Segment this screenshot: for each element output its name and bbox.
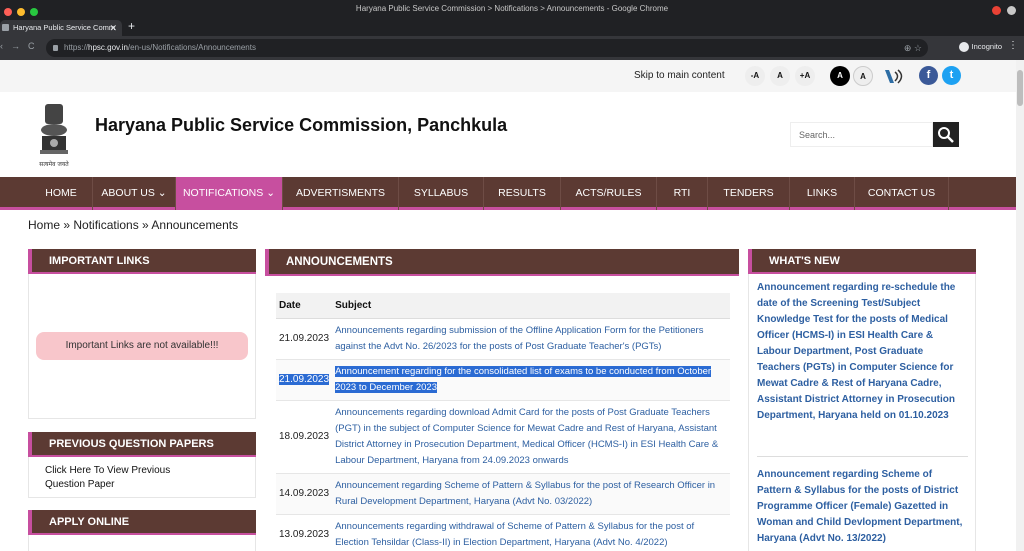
divider [757, 456, 968, 457]
table-row: 21.09.2023 Announcements regarding submi… [276, 318, 730, 360]
row-date: 14.09.2023 [276, 473, 333, 515]
nav-notifications[interactable]: NOTIFICATIONS ⌄ [176, 177, 283, 210]
nav-links[interactable]: LINKS [790, 177, 855, 210]
announcements-heading: ANNOUNCEMENTS [265, 249, 739, 276]
previous-papers-link[interactable]: Click Here To View Previous Question Pap… [45, 464, 170, 492]
browser-menu-icon[interactable]: ⋮ [1008, 40, 1018, 51]
url-input[interactable]: https://hpsc.gov.in/en-us/Notifications/… [46, 39, 928, 57]
reload-icon[interactable]: C [28, 41, 35, 51]
nav-home[interactable]: HOME [30, 177, 93, 210]
search-icon [938, 127, 954, 143]
whats-new-heading: WHAT'S NEW [748, 249, 976, 274]
row-date: 21.09.2023 [276, 318, 333, 360]
announcement-link[interactable]: Announcements regarding submission of th… [332, 318, 730, 360]
scrollbar-thumb[interactable] [1017, 70, 1023, 106]
table-row: 21.09.2023 Announcement regarding for th… [276, 359, 730, 401]
skip-to-main-link[interactable]: Skip to main content [634, 70, 725, 81]
breadcrumb[interactable]: Home » Notifications » Announcements [28, 218, 238, 232]
table-row: 14.09.2023 Announcement regarding Scheme… [276, 473, 730, 515]
incognito-icon [958, 42, 969, 53]
announcement-link[interactable]: Announcements regarding withdrawal of Sc… [332, 514, 730, 551]
column-header-subject: Subject [332, 293, 730, 319]
row-date: 21.09.2023 [276, 359, 333, 401]
nav-rti[interactable]: RTI [657, 177, 708, 210]
twitter-icon[interactable]: t [942, 66, 961, 85]
important-links-empty-notice: Important Links are not available!!! [36, 332, 248, 360]
forward-icon[interactable]: → [11, 41, 20, 51]
browser-tab[interactable]: Haryana Public Service Comm ✕ [0, 20, 122, 36]
screen-reader-icon[interactable] [884, 68, 904, 84]
announcement-link[interactable]: Announcement regarding for the consolida… [332, 359, 730, 401]
zoom-icon[interactable]: ⊕ [904, 43, 912, 53]
announcement-link[interactable]: Announcements regarding download Admit C… [332, 400, 730, 474]
whats-new-item[interactable]: Announcement regarding Scheme of Pattern… [757, 467, 969, 547]
main-nav: HOME ABOUT US ⌄ NOTIFICATIONS ⌄ ADVERTIS… [0, 177, 1016, 210]
row-date: 13.09.2023 [276, 514, 333, 551]
font-increase-button[interactable]: +A [795, 66, 815, 86]
page-viewport: Skip to main content -A A +A A A f t सत्… [0, 60, 1016, 551]
tab-strip: Haryana Public Service Comm ✕ + [0, 18, 1024, 36]
nav-about-us[interactable]: ABOUT US ⌄ [93, 177, 176, 210]
search-button[interactable] [933, 122, 959, 147]
font-normal-button[interactable]: A [770, 66, 790, 86]
announcements-table: Date Subject 21.09.2023 Announcements re… [276, 293, 730, 551]
tab-title: Haryana Public Service Comm [13, 23, 116, 32]
nav-tenders[interactable]: TENDERS [708, 177, 790, 210]
nav-results[interactable]: RESULTS [484, 177, 561, 210]
whats-new-item[interactable]: Announcement regarding re-schedule the d… [757, 280, 969, 424]
lock-icon [53, 45, 58, 51]
font-decrease-button[interactable]: -A [745, 66, 765, 86]
search-input[interactable]: Search... [790, 122, 933, 147]
address-bar-row: ‹ → C https://hpsc.gov.in/en-us/Notificati… [0, 36, 1024, 60]
nav-syllabus[interactable]: SYLLABUS [399, 177, 484, 210]
row-date: 18.09.2023 [276, 400, 333, 474]
bookmark-star-icon[interactable]: ☆ [914, 43, 922, 53]
table-header-row: Date Subject [276, 293, 730, 319]
nav-acts-rules[interactable]: ACTS/RULES [561, 177, 657, 210]
apply-online-heading: APPLY ONLINE [28, 510, 256, 535]
contrast-light-button[interactable]: A [853, 66, 873, 86]
table-row: 13.09.2023 Announcements regarding withd… [276, 514, 730, 551]
chevron-down-icon: ⌄ [266, 187, 276, 199]
announcement-link[interactable]: Announcement regarding Scheme of Pattern… [332, 473, 730, 515]
window-titlebar: Haryana Public Service Commission > Noti… [0, 0, 1024, 18]
page-scrollbar[interactable] [1016, 60, 1024, 551]
nav-contact-us[interactable]: CONTACT US [855, 177, 949, 210]
window-title: Haryana Public Service Commission > Noti… [355, 4, 669, 13]
site-header: सत्यमेव जयते Haryana Public Service Comm… [0, 92, 1016, 178]
table-row: 18.09.2023 Announcements regarding downl… [276, 400, 730, 474]
site-title[interactable]: Haryana Public Service Commission, Panch… [95, 115, 507, 136]
incognito-indicator[interactable]: Incognito [958, 42, 1002, 53]
previous-papers-heading: PREVIOUS QUESTION PAPERS [28, 432, 256, 457]
accessibility-strip: Skip to main content -A A +A A A f t [0, 60, 1016, 92]
emblem-caption: सत्यमेव जयते [39, 160, 69, 168]
new-tab-icon[interactable]: + [128, 19, 135, 33]
facebook-icon[interactable]: f [919, 66, 938, 85]
important-links-heading: IMPORTANT LINKS [28, 249, 256, 274]
column-header-date: Date [276, 293, 333, 319]
favicon-icon [2, 24, 9, 31]
contrast-dark-button[interactable]: A [830, 66, 850, 86]
nav-advertisments[interactable]: ADVERTISMENTS [283, 177, 399, 210]
chevron-down-icon: ⌄ [157, 187, 167, 199]
close-tab-icon[interactable]: ✕ [109, 20, 117, 36]
back-icon[interactable]: ‹ [0, 41, 3, 51]
state-emblem-logo[interactable]: सत्यमेव जयते [34, 100, 74, 170]
